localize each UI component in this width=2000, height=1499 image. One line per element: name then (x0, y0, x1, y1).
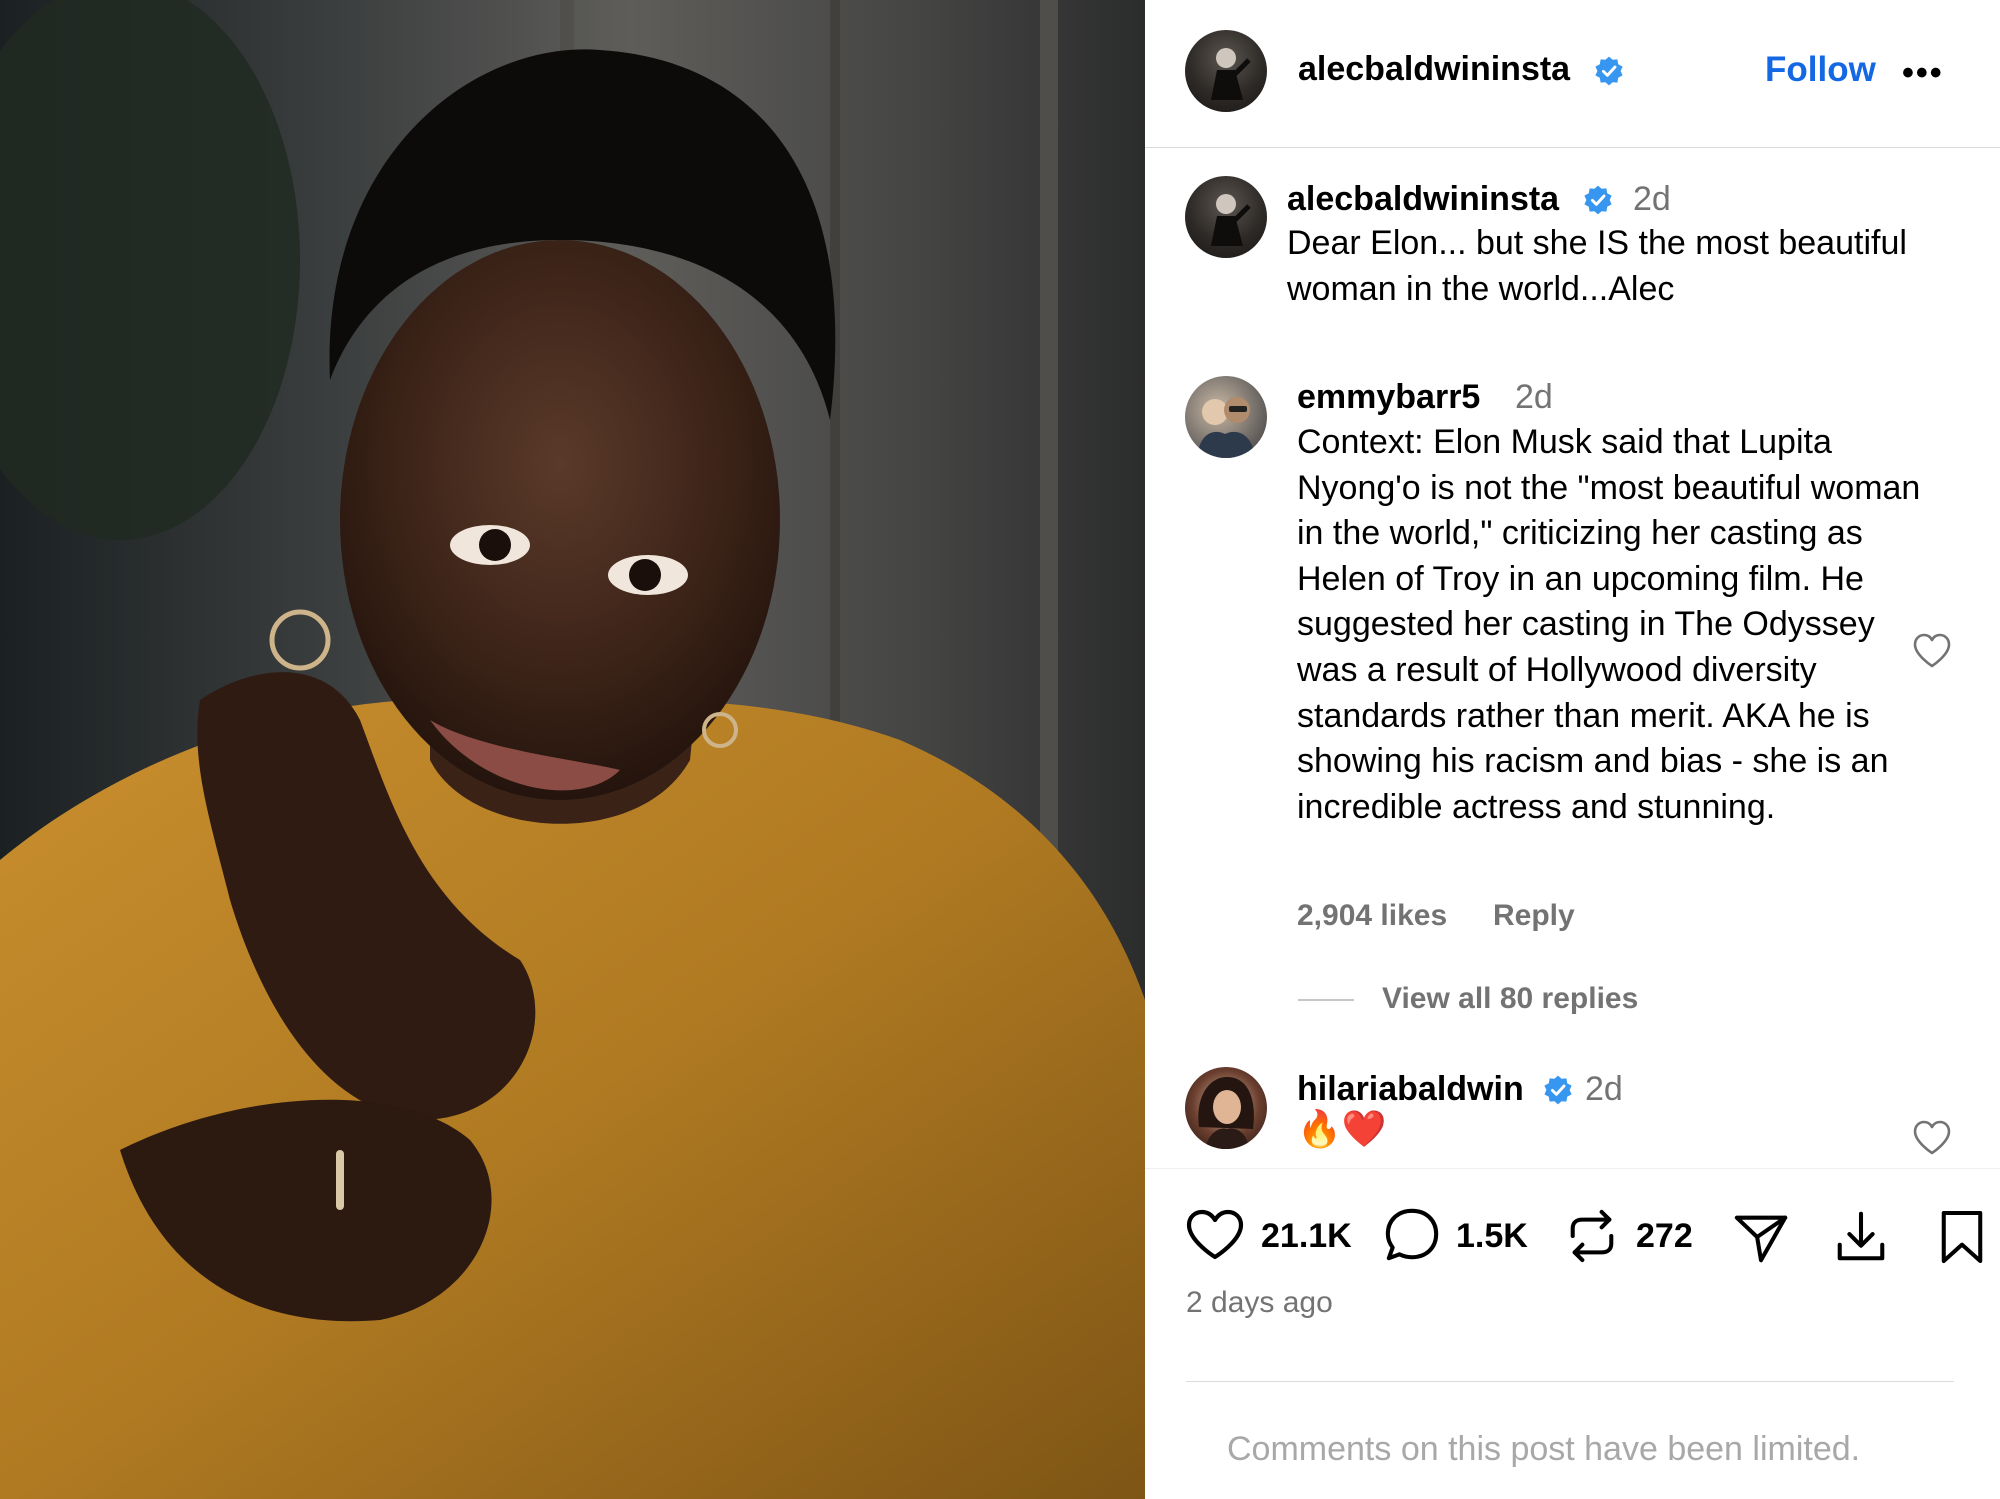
replies-divider-line (1298, 999, 1354, 1001)
comment-like-heart-icon[interactable] (1912, 1119, 1952, 1157)
post-side-panel: alecbaldwininsta Follow ••• alecbaldwini… (1145, 0, 2000, 1499)
verified-badge-icon (1584, 185, 1612, 215)
comment-area-divider (1186, 1381, 1954, 1382)
comment-timestamp[interactable]: 2d (1515, 378, 1553, 417)
caption-author-avatar[interactable] (1185, 176, 1267, 258)
comment-username[interactable]: emmybarr5 (1297, 378, 1480, 417)
post-timestamp[interactable]: 2 days ago (1186, 1286, 1333, 1320)
comment-icon[interactable] (1383, 1206, 1441, 1264)
author-username[interactable]: alecbaldwininsta (1298, 50, 1570, 89)
commenter-avatar[interactable] (1185, 376, 1267, 458)
comment-text: Context: Elon Musk said that Lupita Nyon… (1297, 423, 1921, 826)
person-silhouette-icon (1211, 48, 1251, 100)
comments-limited-notice: Comments on this post have been limited. (1227, 1430, 1861, 1468)
comment-reply-button[interactable]: Reply (1493, 899, 1575, 933)
more-options-icon[interactable]: ••• (1902, 54, 1944, 93)
repost-count[interactable]: 272 (1636, 1217, 1693, 1256)
download-icon[interactable] (1832, 1208, 1890, 1266)
share-icon[interactable] (1732, 1208, 1790, 1266)
actions-divider (1145, 1168, 2000, 1169)
author-avatar[interactable] (1185, 30, 1267, 112)
view-replies-button[interactable]: View all 80 replies (1382, 982, 1638, 1016)
verified-badge-icon (1595, 56, 1623, 86)
comment-username[interactable]: hilariabaldwin (1297, 1070, 1524, 1109)
follow-button[interactable]: Follow (1765, 50, 1876, 90)
couple-photo-icon (1197, 397, 1255, 458)
comment-text: 🔥❤️ (1297, 1108, 1387, 1149)
comment-like-heart-icon[interactable] (1912, 632, 1952, 670)
verified-badge-icon (1544, 1075, 1572, 1105)
woman-portrait-icon (1198, 1077, 1254, 1149)
post-caption: Dear Elon... but she IS the most beautif… (1287, 224, 1907, 308)
like-count[interactable]: 21.1K (1261, 1217, 1352, 1256)
repost-icon[interactable] (1565, 1207, 1619, 1265)
comment-count[interactable]: 1.5K (1456, 1217, 1528, 1256)
person-silhouette-icon (1211, 194, 1251, 246)
comment-like-count[interactable]: 2,904 likes (1297, 899, 1447, 933)
commenter-avatar[interactable] (1185, 1067, 1267, 1149)
post-header: alecbaldwininsta Follow ••• (1145, 0, 2000, 148)
comment-timestamp[interactable]: 2d (1585, 1070, 1623, 1109)
heart-icon[interactable] (1185, 1208, 1245, 1262)
caption-author-username[interactable]: alecbaldwininsta (1287, 180, 1559, 219)
post-photo[interactable] (0, 0, 1145, 1499)
bookmark-icon[interactable] (1938, 1208, 1986, 1266)
portrait-illustration (0, 0, 1145, 1499)
caption-timestamp[interactable]: 2d (1633, 180, 1671, 219)
